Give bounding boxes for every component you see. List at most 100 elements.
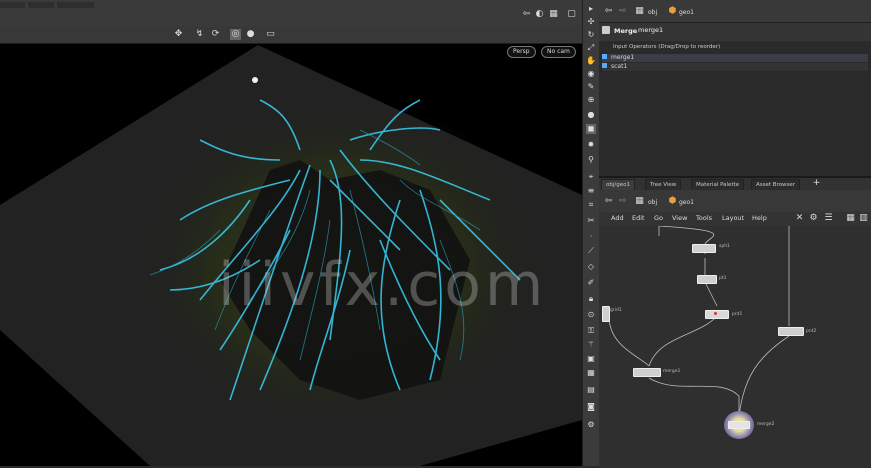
target-icon[interactable]: ⌖ <box>586 172 596 182</box>
select-icon[interactable]: ▸ <box>586 4 596 14</box>
path-segment-obj[interactable]: obj <box>648 9 657 16</box>
viewport-tab[interactable] <box>57 2 95 8</box>
node-grid[interactable] <box>602 306 610 322</box>
parameters-body: Input Operators (Drag/Drop to reorder) m… <box>599 42 871 176</box>
error-dot-icon <box>714 312 717 315</box>
dot-icon[interactable]: ● <box>245 29 256 40</box>
key-icon[interactable]: ⚿ <box>586 326 596 336</box>
geo-icon: ⬢ <box>668 6 677 16</box>
light-icon[interactable]: ✹ <box>586 140 596 150</box>
node-label: grid1 <box>610 308 622 313</box>
node-merge-output-body[interactable] <box>728 421 750 429</box>
node-label: merge1 <box>663 369 681 374</box>
face-icon[interactable]: ◇ <box>586 262 596 272</box>
edge-icon[interactable]: ⟋ <box>586 246 596 256</box>
network-canvas[interactable]: sph1 pt1 pnt1 merge1 pnt2 grid1 merge2 <box>599 226 871 468</box>
obj-icon: ▦ <box>635 6 644 16</box>
geo-icon: ⬢ <box>668 196 677 206</box>
node-type-label: Merge <box>614 27 638 35</box>
grid-icon[interactable]: ▦ <box>548 9 559 20</box>
panel-icon[interactable]: ▥ <box>858 213 869 224</box>
snapshot-icon[interactable]: ◙ <box>586 402 596 412</box>
viewport-tabs <box>0 0 300 8</box>
viewport-toolbar: ✥ ↯ ⟳ ◎ ● ▭ <box>0 26 582 44</box>
menu-help[interactable]: Help <box>752 214 767 222</box>
node-name-field[interactable]: merge1 <box>638 26 663 34</box>
back-arrow-icon[interactable]: ⇦ <box>521 9 532 20</box>
view-icon[interactable]: ◉ <box>586 69 596 79</box>
settings-icon[interactable]: ⚙ <box>808 213 819 224</box>
cut-icon[interactable]: ✂ <box>586 216 596 226</box>
lock-icon[interactable]: 🔒︎ <box>586 294 596 304</box>
settings-icon[interactable]: ⚙ <box>586 420 596 430</box>
viewport-scene <box>0 45 582 466</box>
input-operators-label: Input Operators (Drag/Drop to reorder) <box>613 44 721 50</box>
scene-viewport[interactable]: iiivfx.com ⇦ ◐ ▦ ▢ ✥ ↯ ⟳ ◎ ● ▭ Persp No … <box>0 0 582 466</box>
node-point-2[interactable] <box>778 327 804 336</box>
point-icon[interactable]: · <box>586 232 596 242</box>
lock-icon[interactable]: ◎ <box>230 29 241 40</box>
snap-icon[interactable]: ↯ <box>194 29 205 40</box>
network-menubar: Add Edit Go View Tools Layout Help ✕ ⚙ ☰… <box>599 212 871 227</box>
layers-icon[interactable]: ≡ <box>586 186 596 196</box>
viewport-tab[interactable] <box>27 2 55 8</box>
input-list-item[interactable]: merge1 <box>602 54 868 62</box>
wand-icon[interactable]: ⚚ <box>586 340 596 350</box>
menu-layout[interactable]: Layout <box>722 214 744 222</box>
node-point-red[interactable] <box>705 310 729 319</box>
watermark-text: iiivfx.com <box>218 250 548 320</box>
display-icon[interactable]: ▣ <box>586 354 596 364</box>
add-tab-icon[interactable]: + <box>811 178 822 189</box>
menu-add[interactable]: Add <box>611 214 624 222</box>
render-icon[interactable]: ▤ <box>586 385 596 395</box>
back-arrow-icon[interactable]: ⇦ <box>603 6 614 17</box>
viewport-header: ⇦ ◐ ▦ ▢ <box>0 0 582 27</box>
forward-arrow-icon[interactable]: ⇨ <box>617 6 628 17</box>
node-point[interactable] <box>697 275 717 284</box>
sphere-icon[interactable]: ◐ <box>534 9 545 20</box>
perspective-menu-button[interactable]: Persp <box>507 46 536 58</box>
pose-icon[interactable]: ✋ <box>586 56 596 66</box>
move-icon[interactable]: ✣ <box>586 17 596 27</box>
camera-menu-button[interactable]: No cam <box>541 46 576 58</box>
path-segment-geo[interactable]: geo1 <box>679 199 694 206</box>
node-merge[interactable] <box>633 368 661 377</box>
forward-arrow-icon[interactable]: ⇨ <box>617 196 628 207</box>
handle-icon[interactable]: ⊕ <box>586 95 596 105</box>
node-sphere[interactable] <box>692 244 716 253</box>
back-arrow-icon[interactable]: ⇦ <box>603 196 614 207</box>
obj-icon: ▦ <box>635 196 644 206</box>
tools-icon[interactable]: ✕ <box>794 213 805 224</box>
camera-icon[interactable]: ◼ <box>586 124 596 134</box>
wire-icon[interactable]: ⌗ <box>586 200 596 210</box>
viewport-tab[interactable] <box>0 2 25 8</box>
eye-icon[interactable]: ⊙ <box>586 310 596 320</box>
rotate-icon[interactable]: ⟳ <box>210 29 221 40</box>
input-item-label: merge1 <box>611 54 635 61</box>
path-segment-obj[interactable]: obj <box>648 199 657 206</box>
node-header: Merge merge1 <box>599 23 871 41</box>
transform-icon[interactable]: ✥ <box>173 29 184 40</box>
sphere-icon[interactable]: ● <box>586 110 596 120</box>
input-list-item[interactable]: scat1 <box>602 63 868 71</box>
path-segment-geo[interactable]: geo1 <box>679 9 694 16</box>
parameters-path-bar: ⇦ ⇨ ▦ obj ⬢ geo1 <box>599 0 871 23</box>
list-item-icon <box>602 54 607 59</box>
node-label: pt1 <box>719 276 727 281</box>
menu-go[interactable]: Go <box>654 214 663 222</box>
menu-edit[interactable]: Edit <box>632 214 645 222</box>
scale-icon[interactable]: ⤢ <box>586 43 596 53</box>
node-label: merge2 <box>757 422 775 427</box>
node-label: pnt1 <box>732 312 743 317</box>
grid-icon[interactable]: ▦ <box>845 213 856 224</box>
pin-icon[interactable]: ⚲ <box>586 155 596 165</box>
display-icon[interactable]: ▭ <box>265 29 276 40</box>
brush-icon[interactable]: ✎ <box>586 82 596 92</box>
menu-view[interactable]: View <box>672 214 687 222</box>
menu-tools[interactable]: Tools <box>696 214 712 222</box>
grid-icon[interactable]: ▦ <box>586 368 596 378</box>
maximize-icon[interactable]: ▢ <box>566 9 577 20</box>
pen-icon[interactable]: ✐ <box>586 278 596 288</box>
rotate-icon[interactable]: ↻ <box>586 30 596 40</box>
list-icon[interactable]: ☰ <box>823 213 834 224</box>
